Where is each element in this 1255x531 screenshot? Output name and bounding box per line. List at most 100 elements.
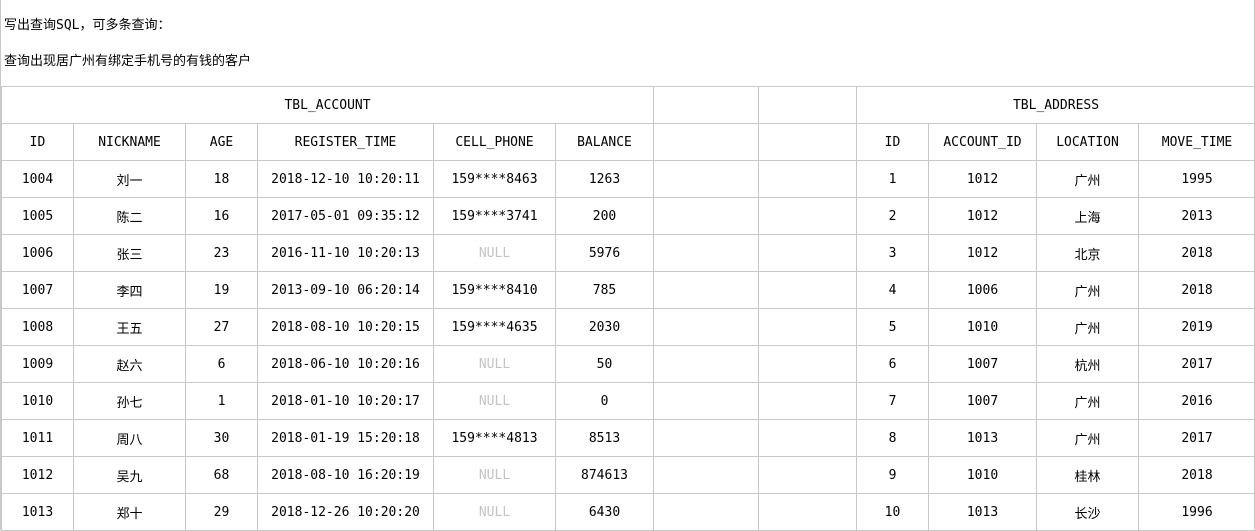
account-cell-age: 23 bbox=[186, 235, 258, 272]
account-cell-id: 1006 bbox=[2, 235, 74, 272]
address-cell-move-time: 2017 bbox=[1139, 420, 1255, 457]
account-cell-cell-phone: NULL bbox=[434, 346, 556, 383]
account-cell-nickname: 陈二 bbox=[74, 198, 186, 235]
address-cell-id: 4 bbox=[857, 272, 929, 309]
account-cell-nickname: 刘一 bbox=[74, 161, 186, 198]
account-cell-id: 1009 bbox=[2, 346, 74, 383]
account-cell-cell-phone: NULL bbox=[434, 494, 556, 531]
table-row: 1009赵六62018-06-10 10:20:16NULL5061007杭州2… bbox=[2, 346, 1255, 383]
spacer-cell bbox=[759, 309, 857, 346]
account-cell-age: 18 bbox=[186, 161, 258, 198]
account-cell-balance: 2030 bbox=[556, 309, 654, 346]
spacer-cell bbox=[654, 161, 759, 198]
table-row: 1005陈二162017-05-01 09:35:12159****374120… bbox=[2, 198, 1255, 235]
address-cell-id: 3 bbox=[857, 235, 929, 272]
question-text-block: 写出查询SQL，可多条查询： 查询出现居广州有绑定手机号的有钱的客户 bbox=[1, 0, 1255, 86]
account-cell-nickname: 吴九 bbox=[74, 457, 186, 494]
address-cell-account-id: 1012 bbox=[929, 161, 1037, 198]
account-cell-balance: 874613 bbox=[556, 457, 654, 494]
spacer-cell bbox=[654, 198, 759, 235]
account-cell-balance: 50 bbox=[556, 346, 654, 383]
address-cell-account-id: 1010 bbox=[929, 309, 1037, 346]
account-cell-id: 1004 bbox=[2, 161, 74, 198]
spacer-cell bbox=[759, 383, 857, 420]
account-cell-cell-phone: 159****8463 bbox=[434, 161, 556, 198]
spacer-cell bbox=[759, 457, 857, 494]
account-cell-cell-phone: 159****3741 bbox=[434, 198, 556, 235]
account-cell-nickname: 周八 bbox=[74, 420, 186, 457]
account-cell-age: 6 bbox=[186, 346, 258, 383]
account-cell-register-time: 2018-12-10 10:20:11 bbox=[258, 161, 434, 198]
address-cell-location: 广州 bbox=[1037, 383, 1139, 420]
account-cell-balance: 5976 bbox=[556, 235, 654, 272]
spacer-cell bbox=[759, 161, 857, 198]
account-cell-balance: 6430 bbox=[556, 494, 654, 531]
address-cell-id: 7 bbox=[857, 383, 929, 420]
account-cell-age: 19 bbox=[186, 272, 258, 309]
address-cell-account-id: 1007 bbox=[929, 346, 1037, 383]
address-col-move-time: MOVE_TIME bbox=[1139, 124, 1255, 161]
address-cell-account-id: 1006 bbox=[929, 272, 1037, 309]
spacer-cell bbox=[654, 383, 759, 420]
address-cell-location: 杭州 bbox=[1037, 346, 1139, 383]
address-cell-id: 10 bbox=[857, 494, 929, 531]
account-cell-age: 16 bbox=[186, 198, 258, 235]
account-cell-balance: 1263 bbox=[556, 161, 654, 198]
account-cell-register-time: 2013-09-10 06:20:14 bbox=[258, 272, 434, 309]
address-cell-account-id: 1010 bbox=[929, 457, 1037, 494]
account-cell-nickname: 郑十 bbox=[74, 494, 186, 531]
account-cell-balance: 200 bbox=[556, 198, 654, 235]
table-row: 1011周八302018-01-19 15:20:18159****481385… bbox=[2, 420, 1255, 457]
address-cell-move-time: 2017 bbox=[1139, 346, 1255, 383]
spacer-cell bbox=[759, 346, 857, 383]
account-cell-age: 27 bbox=[186, 309, 258, 346]
account-cell-age: 68 bbox=[186, 457, 258, 494]
address-col-location: LOCATION bbox=[1037, 124, 1139, 161]
table-row: 1006张三232016-11-10 10:20:13NULL597631012… bbox=[2, 235, 1255, 272]
account-table-title: TBL_ACCOUNT bbox=[2, 87, 654, 124]
address-cell-location: 桂林 bbox=[1037, 457, 1139, 494]
account-cell-register-time: 2017-05-01 09:35:12 bbox=[258, 198, 434, 235]
account-cell-id: 1012 bbox=[2, 457, 74, 494]
account-cell-id: 1011 bbox=[2, 420, 74, 457]
spacer-cell bbox=[759, 272, 857, 309]
address-cell-move-time: 1996 bbox=[1139, 494, 1255, 531]
account-cell-age: 1 bbox=[186, 383, 258, 420]
account-cell-balance: 8513 bbox=[556, 420, 654, 457]
account-cell-nickname: 赵六 bbox=[74, 346, 186, 383]
spacer-cell bbox=[654, 346, 759, 383]
address-cell-location: 广州 bbox=[1037, 161, 1139, 198]
account-cell-id: 1008 bbox=[2, 309, 74, 346]
account-cell-balance: 785 bbox=[556, 272, 654, 309]
account-col-nickname: NICKNAME bbox=[74, 124, 186, 161]
account-cell-id: 1007 bbox=[2, 272, 74, 309]
table-row: 1008王五272018-08-10 10:20:15159****463520… bbox=[2, 309, 1255, 346]
spacer-cell bbox=[759, 124, 857, 161]
address-cell-move-time: 1995 bbox=[1139, 161, 1255, 198]
account-col-age: AGE bbox=[186, 124, 258, 161]
spacer-cell bbox=[759, 235, 857, 272]
account-cell-id: 1010 bbox=[2, 383, 74, 420]
account-cell-id: 1005 bbox=[2, 198, 74, 235]
account-cell-cell-phone: 159****4635 bbox=[434, 309, 556, 346]
spacer-cell bbox=[654, 309, 759, 346]
account-col-id: ID bbox=[2, 124, 74, 161]
address-cell-id: 9 bbox=[857, 457, 929, 494]
address-cell-move-time: 2016 bbox=[1139, 383, 1255, 420]
spacer-cell bbox=[654, 420, 759, 457]
account-cell-nickname: 张三 bbox=[74, 235, 186, 272]
data-sheet: TBL_ACCOUNT TBL_ADDRESS ID NICKNAME AGE … bbox=[1, 86, 1255, 531]
table-row: 1012吴九682018-08-10 16:20:19NULL874613910… bbox=[2, 457, 1255, 494]
address-cell-move-time: 2018 bbox=[1139, 235, 1255, 272]
address-cell-account-id: 1012 bbox=[929, 235, 1037, 272]
spacer-cell bbox=[759, 87, 857, 124]
address-cell-location: 长沙 bbox=[1037, 494, 1139, 531]
spacer-cell bbox=[759, 494, 857, 531]
address-cell-move-time: 2013 bbox=[1139, 198, 1255, 235]
address-cell-move-time: 2019 bbox=[1139, 309, 1255, 346]
question-line-1: 写出查询SQL，可多条查询： bbox=[4, 18, 170, 34]
account-col-cell-phone: CELL_PHONE bbox=[434, 124, 556, 161]
table-row: 1010孙七12018-01-10 10:20:17NULL071007广州20… bbox=[2, 383, 1255, 420]
account-cell-register-time: 2018-08-10 16:20:19 bbox=[258, 457, 434, 494]
table-row: 1013郑十292018-12-26 10:20:20NULL643010101… bbox=[2, 494, 1255, 531]
